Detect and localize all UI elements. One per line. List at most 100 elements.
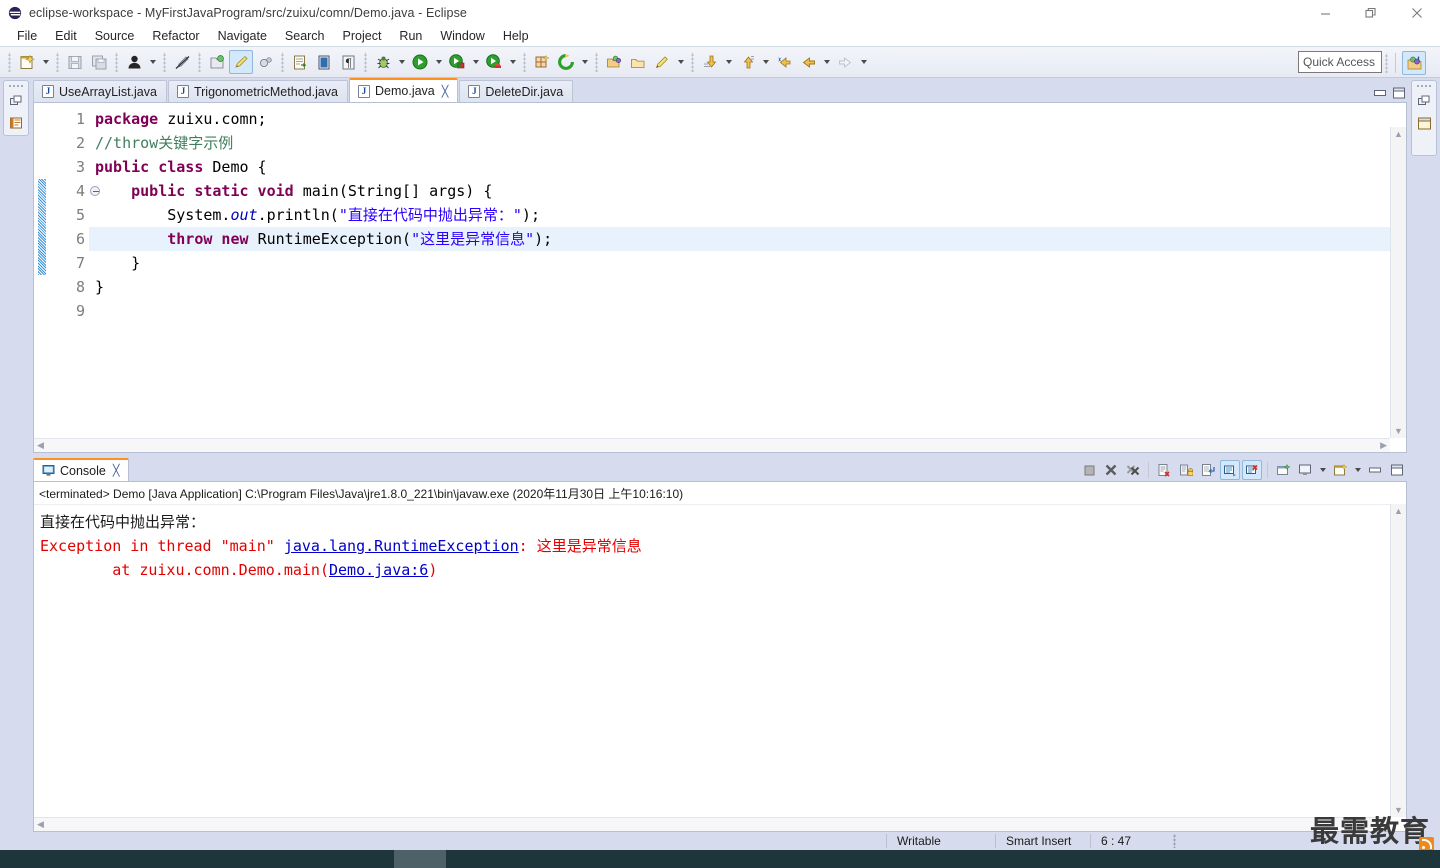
close-button[interactable] — [1394, 0, 1440, 26]
scroll-up-icon[interactable]: ▲ — [1394, 127, 1403, 141]
clear-console-button[interactable] — [1154, 460, 1174, 480]
new-window-button[interactable] — [530, 50, 554, 74]
outline-trim-button[interactable] — [1414, 113, 1434, 133]
coverage-dropdown[interactable] — [506, 50, 519, 74]
toolbar-grip-10[interactable] — [689, 52, 696, 72]
toolbar-grip-9[interactable] — [593, 52, 600, 72]
back-button[interactable] — [796, 50, 820, 74]
toolbar-grip-5[interactable] — [196, 52, 203, 72]
new-wizard-dropdown[interactable] — [39, 50, 52, 74]
menu-search[interactable]: Search — [276, 27, 334, 45]
toolbar-grip-7[interactable] — [362, 52, 369, 72]
skip-breakpoints-dropdown[interactable] — [146, 50, 159, 74]
menu-edit[interactable]: Edit — [46, 27, 86, 45]
java-perspective-button[interactable] — [1402, 51, 1426, 75]
toolbar-grip-2[interactable] — [54, 52, 61, 72]
new-java-interface-button[interactable] — [253, 50, 277, 74]
skip-breakpoints-button[interactable] — [122, 50, 146, 74]
editor-minimize-button[interactable] — [1372, 86, 1388, 100]
package-explorer-trim-button[interactable] — [6, 113, 26, 133]
editor-tab-deletedir[interactable]: J DeleteDir.java — [459, 80, 574, 102]
right-restore-trim-button[interactable] — [1414, 91, 1434, 111]
next-annotation-button[interactable] — [698, 50, 722, 74]
toolbar-grip-4[interactable] — [161, 52, 168, 72]
restore-trim-button[interactable] — [6, 91, 26, 111]
console-horizontal-scrollbar[interactable]: ◀ — [34, 817, 1390, 831]
remove-all-terminated-button[interactable] — [1123, 460, 1143, 480]
next-annotation-dropdown[interactable] — [722, 50, 735, 74]
toolbar-grip-3[interactable] — [113, 52, 120, 72]
previous-annotation-button[interactable] — [735, 50, 759, 74]
pilcrow-button[interactable]: ¶ — [336, 50, 360, 74]
editor-marker-column[interactable] — [34, 103, 49, 452]
run-external-tools-button[interactable] — [445, 50, 469, 74]
debug-dropdown[interactable] — [395, 50, 408, 74]
new-java-class-button[interactable] — [229, 50, 253, 74]
console-hyperlink[interactable]: java.lang.RuntimeException — [284, 537, 519, 555]
run-button[interactable] — [408, 50, 432, 74]
console-minimize-button[interactable] — [1365, 460, 1385, 480]
open-console-dropdown[interactable] — [1352, 460, 1363, 480]
scroll-down-icon[interactable]: ▼ — [1394, 424, 1403, 438]
right-trim-drag-dots[interactable] — [1416, 84, 1432, 89]
console-tab[interactable]: Console ╳ — [33, 458, 129, 481]
console-hyperlink[interactable]: Demo.java:6 — [329, 561, 428, 579]
editor-horizontal-scrollbar[interactable]: ◀ ▶ — [34, 438, 1390, 452]
editor-vertical-scrollbar[interactable]: ▲ ▼ — [1390, 127, 1406, 438]
editor-maximize-button[interactable] — [1391, 86, 1407, 100]
display-selected-console-button[interactable] — [1295, 460, 1315, 480]
open-folder-button[interactable] — [626, 50, 650, 74]
forward-dropdown[interactable] — [857, 50, 870, 74]
scroll-lock-button[interactable] — [1176, 460, 1196, 480]
new-java-package-button[interactable] — [205, 50, 229, 74]
new-wizard-button[interactable] — [15, 50, 39, 74]
previous-annotation-dropdown[interactable] — [759, 50, 772, 74]
restore-button[interactable] — [1348, 0, 1394, 26]
refresh-button[interactable] — [554, 50, 578, 74]
menu-source[interactable]: Source — [86, 27, 144, 45]
console-vertical-scrollbar[interactable]: ▲ ▼ — [1390, 504, 1406, 817]
scroll-up-icon[interactable]: ▲ — [1394, 504, 1403, 518]
menu-file[interactable]: File — [8, 27, 46, 45]
scroll-left-icon[interactable]: ◀ — [37, 440, 44, 451]
save-button[interactable] — [63, 50, 87, 74]
open-console-button[interactable] — [1330, 460, 1350, 480]
debug-button[interactable] — [371, 50, 395, 74]
console-close-icon[interactable]: ╳ — [113, 464, 120, 477]
open-type-button[interactable] — [288, 50, 312, 74]
edit-annotation-dropdown[interactable] — [674, 50, 687, 74]
menu-help[interactable]: Help — [494, 27, 538, 45]
refresh-dropdown[interactable] — [578, 50, 591, 74]
scroll-left-icon[interactable]: ◀ — [37, 819, 44, 830]
show-console-stdout-button[interactable] — [1220, 460, 1240, 480]
taskbar-active-window[interactable] — [394, 850, 446, 868]
trim-drag-dots[interactable] — [8, 84, 24, 89]
tab-close-icon[interactable]: ╳ — [442, 85, 449, 98]
toolbar-grip-6[interactable] — [279, 52, 286, 72]
toolbar-grip-8[interactable] — [521, 52, 528, 72]
save-all-button[interactable] — [87, 50, 111, 74]
edit-annotation-button[interactable] — [650, 50, 674, 74]
editor-tab-trigonometricmethod[interactable]: J TrigonometricMethod.java — [167, 80, 348, 102]
toolbar-grip-11[interactable] — [1383, 53, 1390, 73]
code-text[interactable]: package zuixu.comn; //throw关键字示例 public cl… — [89, 103, 1406, 452]
remove-launch-button[interactable] — [1101, 460, 1121, 480]
scroll-right-icon[interactable]: ▶ — [1380, 440, 1387, 451]
quick-access-input[interactable]: Quick Access — [1298, 51, 1382, 73]
console-maximize-button[interactable] — [1387, 460, 1407, 480]
status-resize-grip[interactable] — [1173, 834, 1180, 848]
show-console-stderr-button[interactable] — [1242, 460, 1262, 480]
editor-tab-usearraylist[interactable]: J UseArrayList.java — [33, 80, 167, 102]
menu-window[interactable]: Window — [431, 27, 493, 45]
toggle-mark-occurrences-button[interactable] — [170, 50, 194, 74]
back-dropdown[interactable] — [820, 50, 833, 74]
toolbar-grip[interactable] — [6, 52, 13, 72]
editor-tab-demo[interactable]: J Demo.java ╳ — [349, 78, 459, 102]
display-console-dropdown[interactable] — [1317, 460, 1328, 480]
menu-run[interactable]: Run — [390, 27, 431, 45]
menu-navigate[interactable]: Navigate — [209, 27, 276, 45]
menu-project[interactable]: Project — [334, 27, 391, 45]
open-resource-button[interactable] — [602, 50, 626, 74]
console-output[interactable]: 直接在代码中抛出异常： Exception in thread "main" ja… — [34, 505, 1406, 587]
word-wrap-button[interactable] — [1198, 460, 1218, 480]
